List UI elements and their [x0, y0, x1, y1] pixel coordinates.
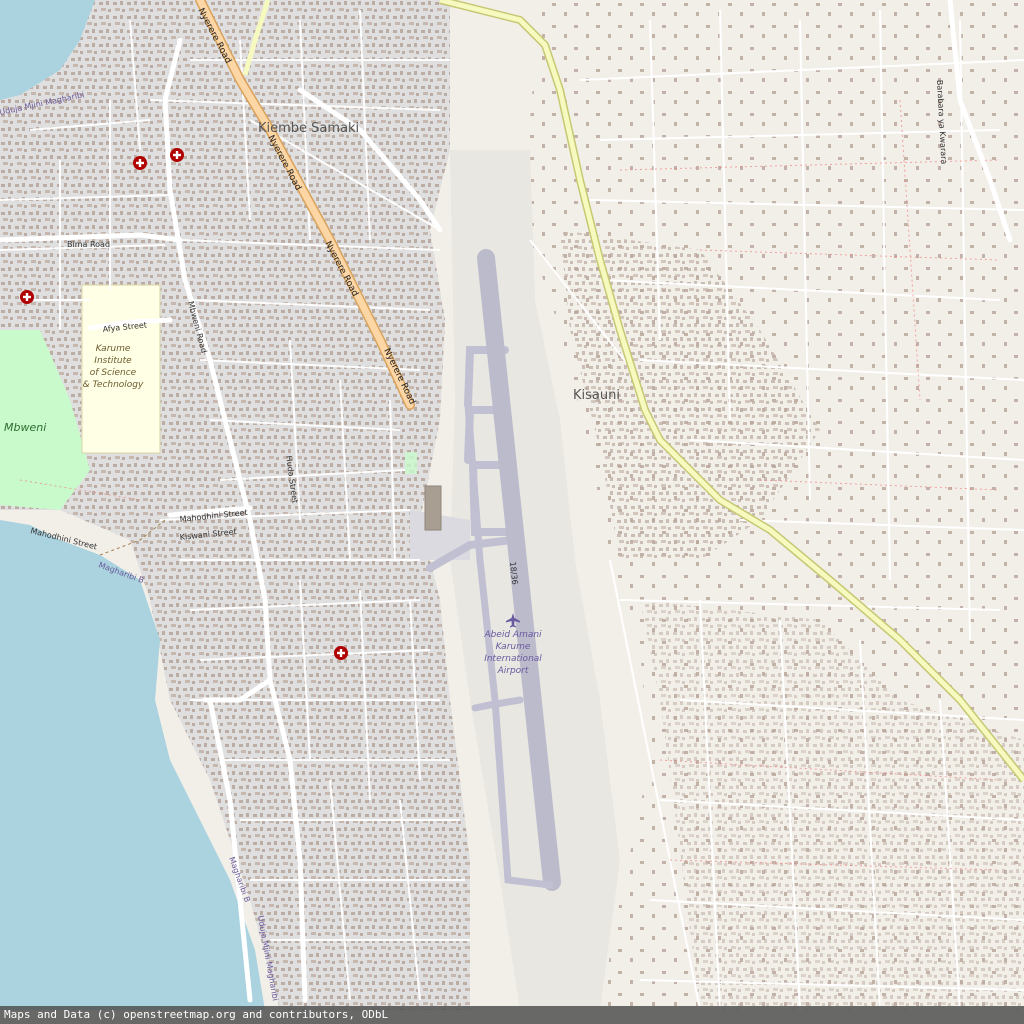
airport-parking — [405, 452, 417, 474]
road-label-bima-road: Bima Road — [67, 240, 110, 249]
place-label-mbweni: Mbweni — [4, 421, 46, 434]
poi-label-karume-4: & Technology — [83, 380, 144, 390]
hospital-icon[interactable] — [334, 646, 348, 660]
terminal-building — [424, 485, 442, 531]
airport-label-3: International — [484, 654, 542, 664]
attribution-bar: Maps and Data (c) openstreetmap.org and … — [0, 1006, 1024, 1024]
hospital-icon[interactable] — [20, 290, 34, 304]
poi-label-karume-3: of Science — [90, 368, 137, 378]
attribution-text: Maps and Data (c) openstreetmap.org and … — [4, 1008, 389, 1021]
place-label-kisauni: Kisauni — [573, 388, 620, 403]
map-svg: Kiembe Samaki Kisauni Mbweni Nyerere Roa… — [0, 0, 1024, 1024]
hospital-icon[interactable] — [133, 156, 147, 170]
airport-label-2: Karume — [496, 642, 531, 652]
map-canvas[interactable]: Kiembe Samaki Kisauni Mbweni Nyerere Roa… — [0, 0, 1024, 1024]
poi-label-karume-2: Institute — [94, 356, 132, 366]
airport-label-1: Abeid Amani — [483, 630, 542, 640]
poi-label-karume-1: Karume — [96, 344, 131, 354]
hospital-icon[interactable] — [170, 148, 184, 162]
airport-label-4: Airport — [497, 666, 529, 676]
